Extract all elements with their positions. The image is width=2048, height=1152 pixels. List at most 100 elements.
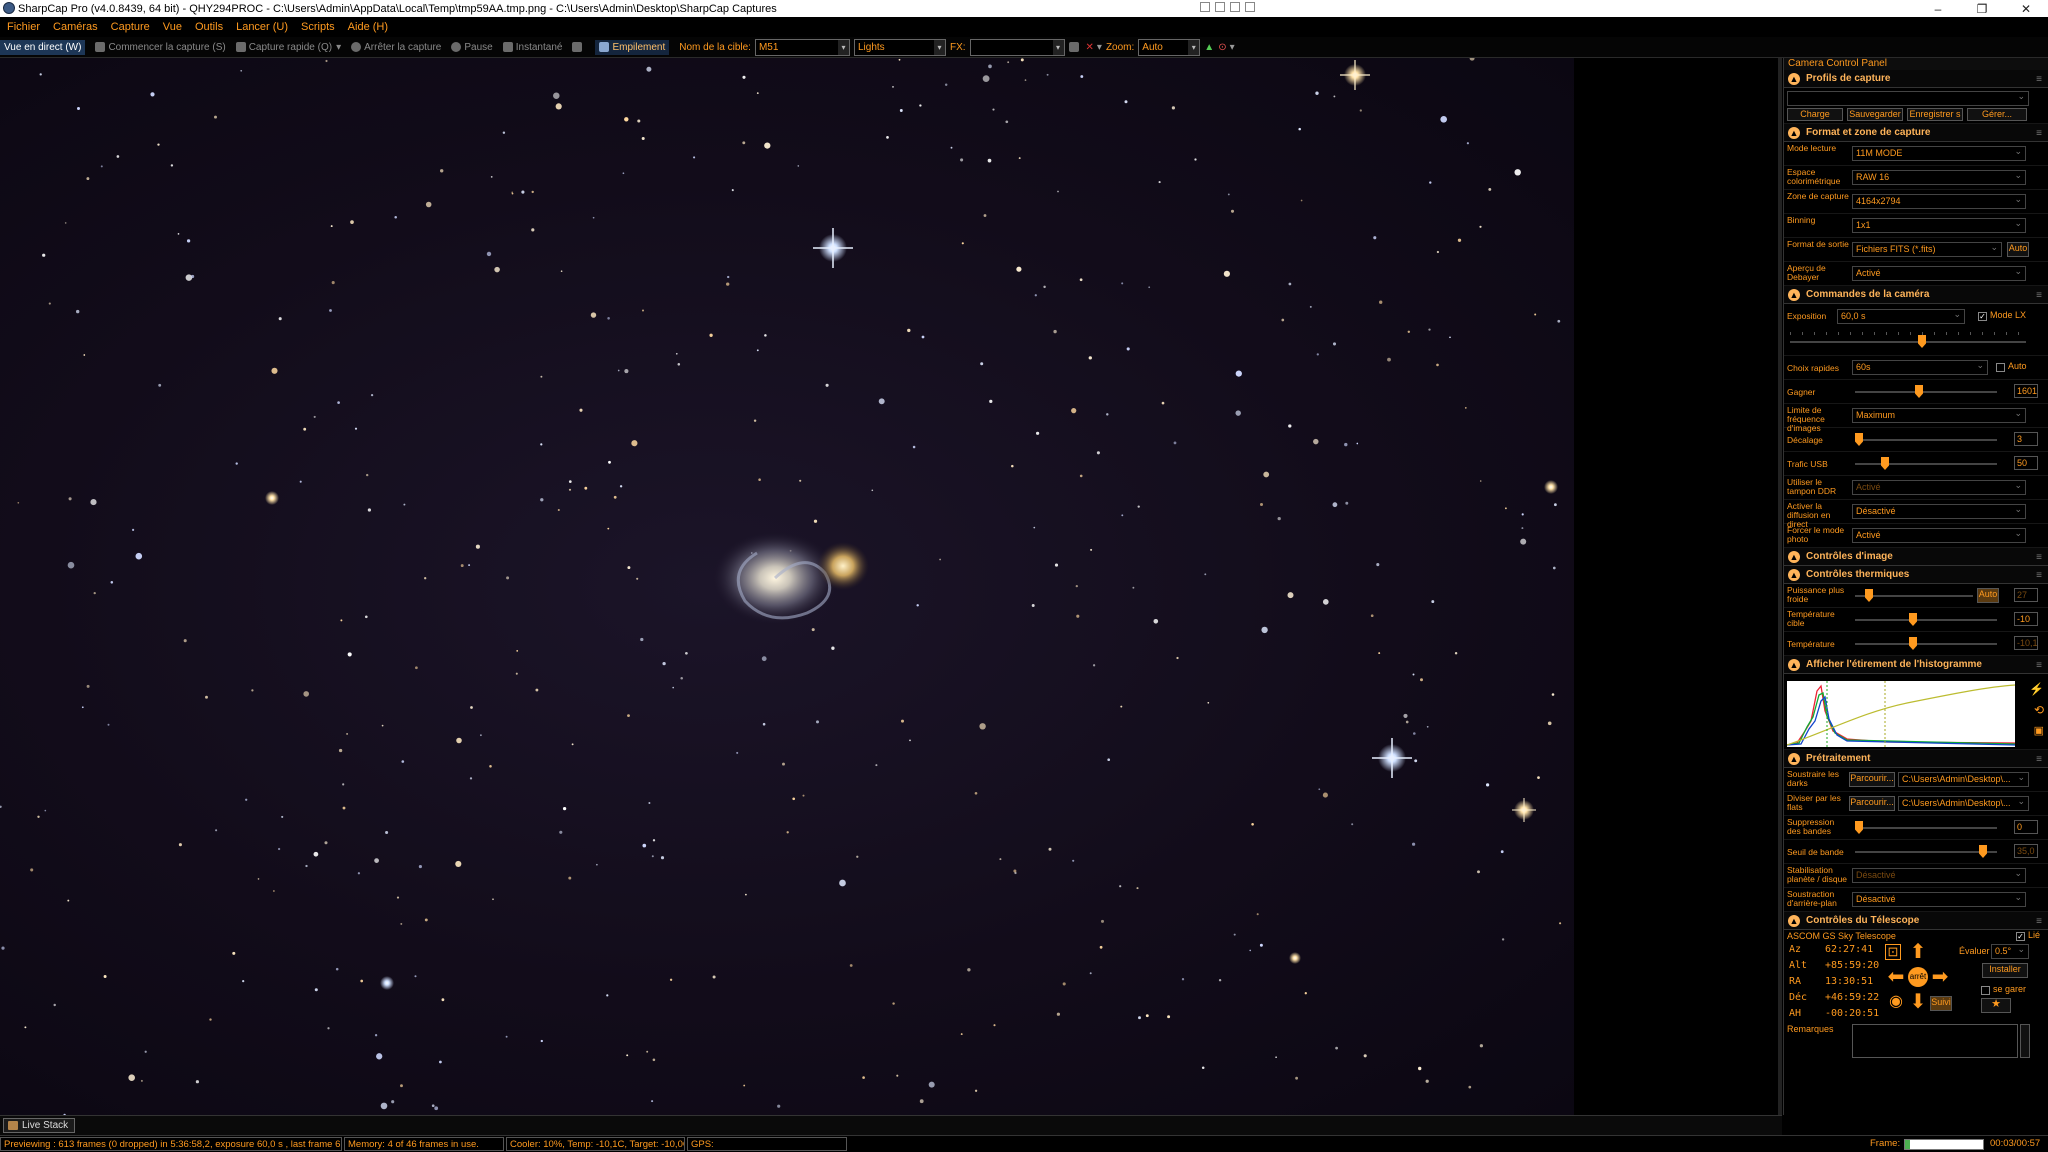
usb-traffic-slider-thumb[interactable] [1881,457,1889,470]
hamburger-menu-icon[interactable]: ≡ [2036,74,2042,85]
quick-icon-2[interactable] [1215,2,1225,12]
offset-slider[interactable] [1855,433,1997,446]
lx-mode-checkbox[interactable]: ✓ [1978,312,1987,321]
exposure-input[interactable]: 60,0 s [1837,308,1965,324]
arrow-right-icon[interactable]: ➡ [1930,967,1950,987]
section-thermal-controls[interactable]: ▲ Contrôles thermiques ≡ [1784,566,2048,584]
stacking-button[interactable]: Empilement [595,39,670,55]
hamburger-menu-icon[interactable]: ≡ [2036,128,2042,139]
live-stream-select[interactable]: Désactivé [1852,503,2026,519]
stabilization-select[interactable]: Désactivé [1852,867,2026,883]
arrow-up-icon[interactable]: ⬆ [1908,942,1928,962]
collapse-icon[interactable]: ▲ [1788,915,1800,927]
quick-auto-checkbox[interactable] [1996,363,2005,372]
section-telescope-controls[interactable]: ▲ Contrôles du Télescope ≡ [1784,912,2048,930]
gain-value[interactable]: 1601 [2014,384,2038,398]
collapse-icon[interactable]: ▲ [1788,569,1800,581]
quick-icon-3[interactable] [1230,2,1240,12]
photo-mode-select[interactable]: Activé [1852,527,2026,543]
menu-capture[interactable]: Capture [111,21,150,33]
ddr-buffer-select[interactable]: Activé [1852,479,2026,495]
fx-select[interactable]: ▾ [969,38,1065,56]
collapse-icon[interactable]: ▲ [1788,659,1800,671]
hamburger-menu-icon[interactable]: ≡ [2036,754,2042,765]
fx-settings-button[interactable] [1068,42,1082,52]
banding-slider-thumb[interactable] [1855,821,1863,834]
band-threshold-value[interactable]: 35,0 [2014,844,2038,858]
target-name-input[interactable]: M51 ▾ [754,38,850,56]
toolbar-extra-icon[interactable] [572,42,585,52]
menu-aide[interactable]: Aide (H) [348,21,388,33]
histogram-button[interactable]: ▲ [1204,42,1214,53]
save-as-profile-button[interactable]: Enregistrer s [1907,108,1963,121]
load-profile-button[interactable]: Charge [1787,108,1843,121]
gain-slider-thumb[interactable] [1915,385,1923,398]
collapse-icon[interactable]: ▲ [1788,753,1800,765]
chevron-down-icon[interactable]: ▾ [1052,39,1064,55]
offset-slider-thumb[interactable] [1855,433,1863,446]
quick-capture-button[interactable]: Capture rapide (Q) ▾ [235,42,341,53]
arrow-left-icon[interactable]: ⬅ [1886,967,1906,987]
frame-type-select[interactable]: Lights ▾ [853,38,946,56]
output-format-auto-button[interactable]: Auto [2007,242,2029,257]
target-temp-slider[interactable] [1855,613,1997,626]
profile-select[interactable] [1787,90,2029,106]
menu-fichier[interactable]: Fichier [7,21,40,33]
section-image-controls[interactable]: ▲ Contrôles d'image ≡ [1784,548,2048,566]
section-preprocessing[interactable]: ▲ Prétraitement ≡ [1784,750,2048,768]
star-button[interactable]: ★ [1981,998,2011,1013]
menu-cameras[interactable]: Caméras [53,21,98,33]
cooler-power-value[interactable]: 27 [2014,588,2038,602]
arrow-down-icon[interactable]: ⬇ [1908,992,1928,1012]
notes-textarea[interactable] [1852,1024,2018,1058]
offset-value[interactable]: 3 [2014,432,2038,446]
chevron-down-icon[interactable]: ▾ [1097,42,1102,53]
restore-button[interactable]: ❐ [1960,0,2004,17]
hamburger-menu-icon[interactable]: ≡ [2036,916,2042,927]
hamburger-menu-icon[interactable]: ≡ [2036,660,2042,671]
band-threshold-slider-thumb[interactable] [1979,845,1987,858]
chevron-down-icon[interactable]: ▾ [837,39,849,55]
menu-lancer[interactable]: Lancer (U) [236,21,288,33]
darks-path-select[interactable]: C:\Users\Admin\Desktop\... [1898,771,2029,787]
binning-select[interactable]: 1x1 [1852,217,2026,233]
capture-area-select[interactable]: 4164x2794 [1852,193,2026,209]
stop-slew-button[interactable]: arrêt [1908,967,1928,987]
reset-icon[interactable]: ⟲ [2034,703,2044,717]
zoom-select[interactable]: Auto ▾ [1138,38,1201,56]
goto-icon[interactable]: ⊡ [1885,944,1901,960]
start-capture-button[interactable]: Commencer la capture (S) [95,42,226,53]
banding-slider[interactable] [1855,821,1997,834]
target-temp-value[interactable]: -10 [2014,612,2038,626]
hamburger-menu-icon[interactable]: ≡ [2036,552,2042,563]
gain-slider[interactable] [1855,385,1997,398]
background-sub-select[interactable]: Désactivé [1852,891,2026,907]
histogram-graph[interactable] [1787,681,2015,747]
debayer-preview-select[interactable]: Activé [1852,265,2026,281]
menu-outils[interactable]: Outils [195,21,223,33]
live-image-view[interactable] [0,58,1574,1115]
tracking-button[interactable]: Suivi [1930,996,1952,1011]
stop-capture-button[interactable]: Arrêter la capture [351,42,441,53]
auto-stretch-icon[interactable]: ⚡ [2029,682,2044,696]
section-histogram-stretch[interactable]: ▲ Afficher l'étirement de l'histogramme ≡ [1784,656,2048,674]
usb-traffic-value[interactable]: 50 [2014,456,2038,470]
exposure-slider-thumb[interactable] [1918,335,1926,348]
readout-mode-select[interactable]: 11M MODE [1852,145,2026,161]
cooler-power-slider-thumb[interactable] [1865,589,1873,602]
live-view-button[interactable]: Vue en direct (W) [0,39,86,55]
quick-icon-4[interactable] [1245,2,1255,12]
close-button[interactable]: ✕ [2004,0,2048,17]
section-camera-controls[interactable]: ▲ Commandes de la caméra ≡ [1784,286,2048,304]
save-profile-button[interactable]: Sauvegarder [1847,108,1903,121]
usb-traffic-slider[interactable] [1855,457,1997,470]
quick-choice-select[interactable]: 60s [1852,359,1988,375]
banding-value[interactable]: 0 [2014,820,2038,834]
notes-scrollbar[interactable] [2020,1024,2030,1058]
chevron-down-icon[interactable]: ▾ [1188,39,1200,55]
cooler-power-slider[interactable] [1855,589,1973,602]
collapse-icon[interactable]: ▲ [1788,551,1800,563]
collapse-icon[interactable]: ▲ [1788,289,1800,301]
chevron-down-icon[interactable]: ▾ [1230,42,1235,53]
fps-limit-select[interactable]: Maximum [1852,407,2026,423]
